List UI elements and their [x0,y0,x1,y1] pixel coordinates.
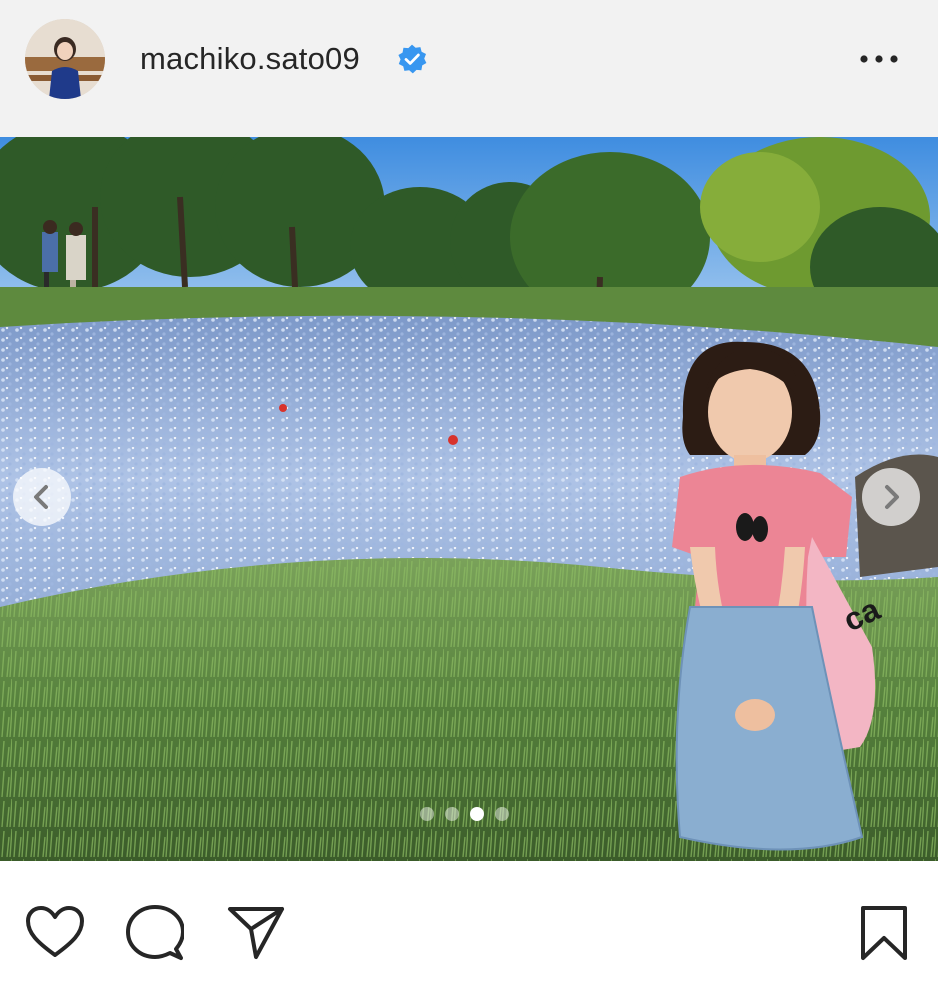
carousel-dot[interactable] [445,807,459,821]
carousel-dot-active[interactable] [470,807,484,821]
carousel-dot[interactable] [495,807,509,821]
share-button[interactable] [227,905,285,961]
action-bar [0,861,938,986]
heart-icon [26,906,84,957]
post-photo[interactable]: ca [0,137,938,861]
carousel-dot[interactable] [420,807,434,821]
previous-slide-button[interactable] [13,468,71,526]
like-button[interactable] [25,905,85,959]
photo-image: ca [0,137,938,861]
chevron-right-icon [885,485,899,509]
username[interactable]: machiko.sato09 [140,40,360,78]
save-button[interactable] [859,905,909,961]
chevron-left-icon [34,485,48,509]
post-header: machiko.sato09 [0,0,938,137]
next-slide-button[interactable] [862,468,920,526]
bookmark-icon [861,906,907,960]
send-icon [228,907,284,959]
comment-icon [126,905,184,960]
carousel-indicator [420,807,509,823]
avatar[interactable] [25,19,105,99]
verified-badge-icon [396,43,428,75]
instagram-post: machiko.sato09 ca [0,0,938,986]
more-options-icon[interactable] [854,44,904,74]
comment-button[interactable] [126,905,184,961]
